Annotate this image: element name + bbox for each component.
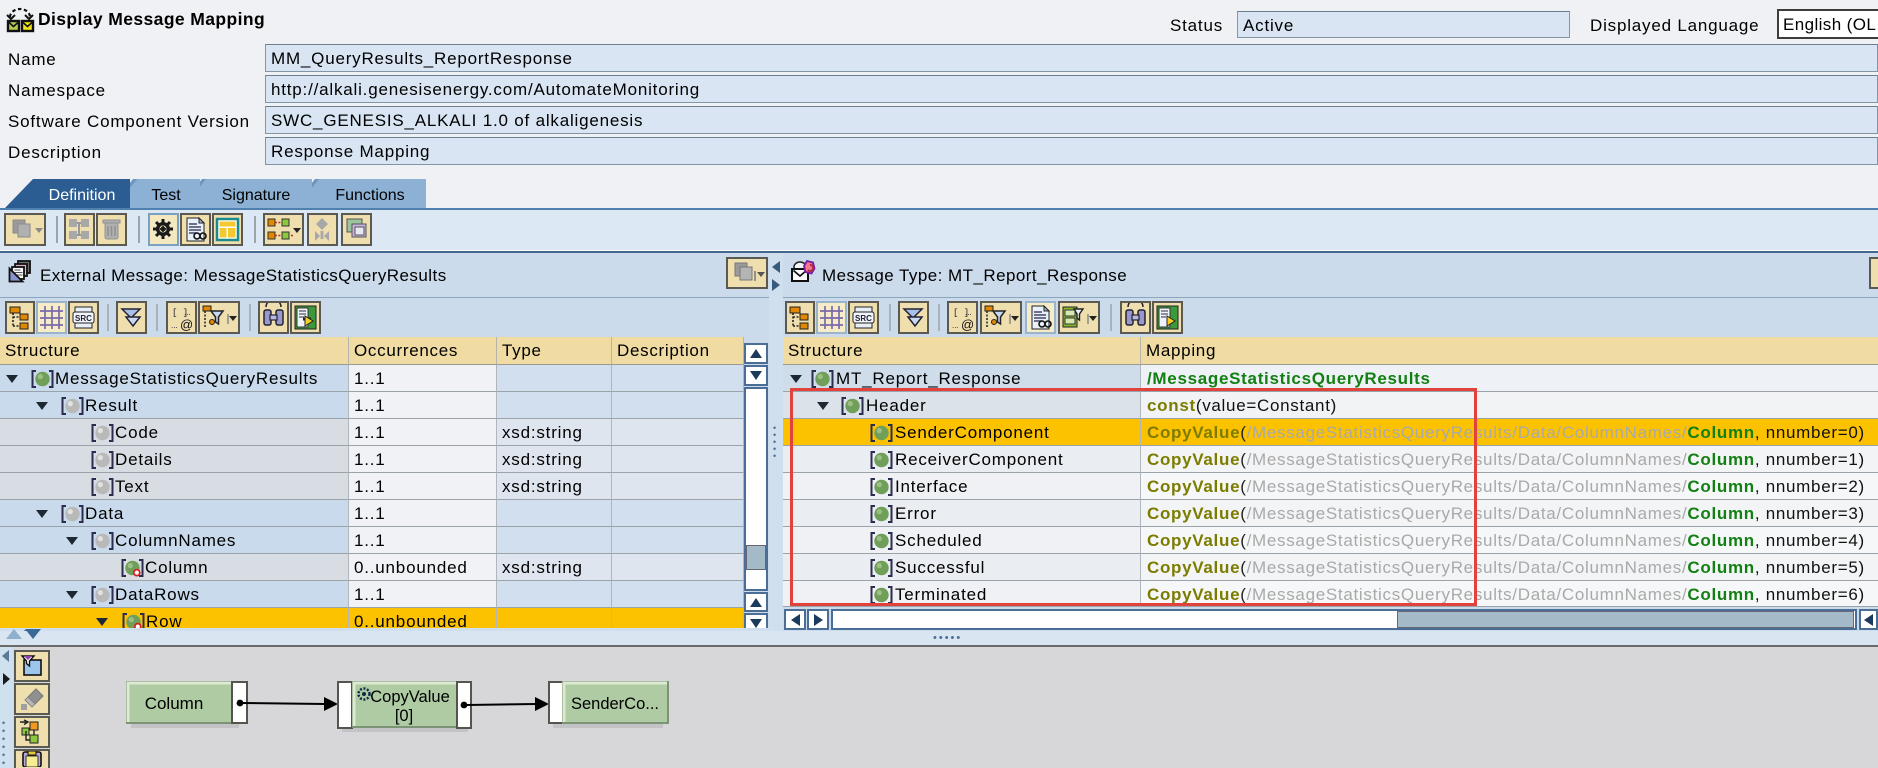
svg-text:...: ...: [184, 308, 191, 317]
svg-text:SenderCo...: SenderCo...: [571, 695, 659, 713]
svg-text:@: @: [180, 317, 193, 332]
svg-text:@: @: [961, 317, 974, 332]
svg-text:Column: Column: [145, 694, 204, 713]
svg-text:...: ...: [171, 321, 178, 330]
svg-text:Functions: Functions: [335, 187, 404, 204]
svg-text:SRC: SRC: [75, 314, 92, 323]
svg-text:Signature: Signature: [222, 187, 291, 204]
svg-text:...: ...: [952, 321, 959, 330]
svg-text:Test: Test: [151, 187, 181, 204]
svg-text:Definition: Definition: [49, 187, 116, 204]
svg-text:CopyValue: CopyValue: [370, 688, 450, 706]
svg-text:...: ...: [965, 308, 972, 317]
svg-text:[0]: [0]: [395, 707, 413, 725]
svg-text:SRC: SRC: [855, 314, 872, 323]
